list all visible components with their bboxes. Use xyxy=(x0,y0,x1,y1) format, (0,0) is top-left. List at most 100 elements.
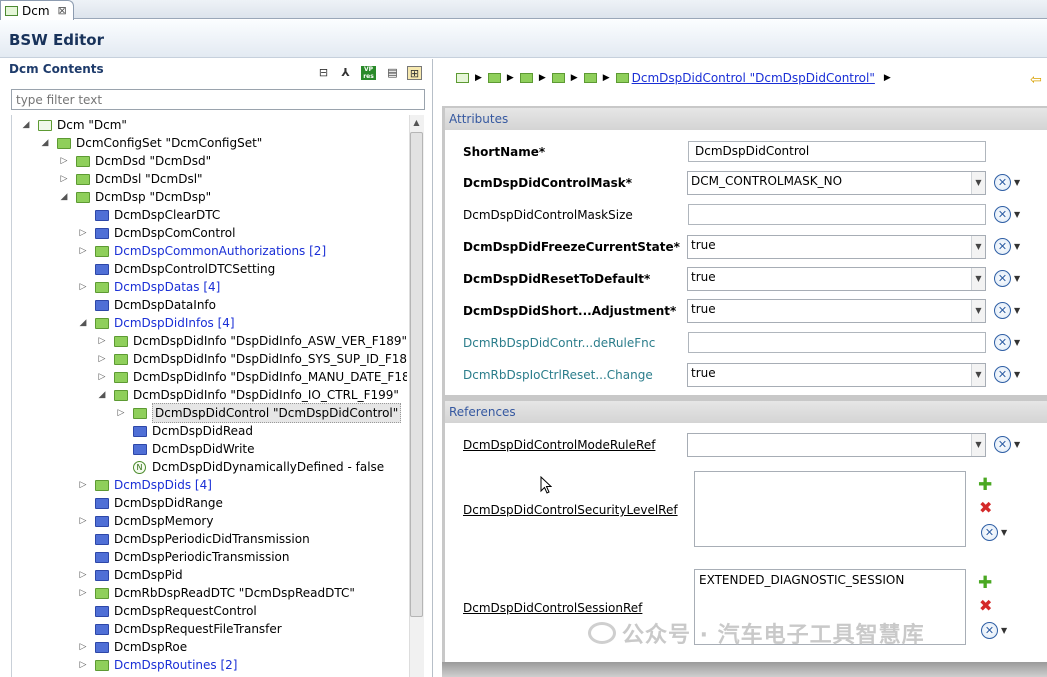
folder-icon[interactable] xyxy=(551,73,565,83)
document-icon[interactable]: ▤ xyxy=(385,66,400,80)
shortname-field[interactable]: DcmDspDidControl xyxy=(688,141,986,162)
security-listbox[interactable] xyxy=(694,471,966,547)
tree-item[interactable]: ▷ DcmDsd "DcmDsd" xyxy=(58,152,212,170)
mask-action-button[interactable]: ✕ ▼ xyxy=(994,174,1020,191)
tree-item[interactable]: DcmDspDidRange xyxy=(77,494,223,512)
tree-item[interactable]: ▷ DcmRbDspReadDTC "DcmDspReadDTC" xyxy=(77,584,355,602)
freeze-combo[interactable]: true ▼ xyxy=(687,235,986,259)
references-header[interactable]: References xyxy=(445,401,1047,423)
folder-icon[interactable] xyxy=(487,73,501,83)
tree-item[interactable]: ▷ DcmDspCommonAuthorizations [2] xyxy=(77,242,327,260)
mask-combo[interactable]: DCM_CONTROLMASK_NO ▼ xyxy=(687,171,986,195)
collapsed-twisty-icon[interactable]: ▷ xyxy=(77,278,89,296)
chevron-down-icon[interactable]: ▼ xyxy=(971,364,985,386)
session-label[interactable]: DcmDspDidControlSessionRef xyxy=(463,601,642,615)
folder-icon[interactable] xyxy=(519,73,533,83)
expanded-twisty-icon[interactable]: ◢ xyxy=(39,134,51,152)
tree-item[interactable]: ▷ DcmDspRoutines [2] xyxy=(77,656,238,674)
security-label[interactable]: DcmDspDidControlSecurityLevelRef xyxy=(463,503,678,517)
rbrule-field[interactable] xyxy=(688,332,986,353)
tree-item[interactable]: DcmDspRequestFileTransfer xyxy=(77,620,282,638)
masksize-field[interactable] xyxy=(688,204,986,225)
moderule-label[interactable]: DcmDspDidControlModeRuleRef xyxy=(463,438,655,452)
tree-item[interactable]: DcmDspClearDTC xyxy=(77,206,220,224)
tree-item[interactable]: ▷ DcmDspDidInfo "DspDidInfo_ASW_VER_F189" xyxy=(96,332,407,350)
collapsed-twisty-icon[interactable]: ▷ xyxy=(96,350,108,368)
tree-item[interactable]: ▷ DcmDspPid xyxy=(77,566,183,584)
expanded-twisty-icon[interactable]: ◢ xyxy=(96,386,108,404)
collapsed-twisty-icon[interactable]: ▷ xyxy=(58,170,70,188)
rbrule-action-button[interactable]: ✕ ▼ xyxy=(994,334,1020,351)
moderule-combo[interactable]: ▼ xyxy=(687,433,986,457)
tree-item[interactable]: ▷ DcmDspDidControl "DcmDspDidControl" xyxy=(115,403,402,423)
folder-icon[interactable] xyxy=(615,73,629,83)
shortadj-action-button[interactable]: ✕ ▼ xyxy=(994,302,1020,319)
tree-item[interactable]: ◢ DcmDsp "DcmDsp" xyxy=(58,188,212,206)
chevron-down-icon[interactable]: ▼ xyxy=(971,268,985,290)
tree-item[interactable]: DcmDspDidWrite xyxy=(115,440,255,458)
freeze-action-button[interactable]: ✕ ▼ xyxy=(994,238,1020,255)
scroll-up-arrow[interactable]: ▲ xyxy=(409,115,424,130)
tree-item[interactable]: ▷ DcmDspDidInfo "DspDidInfo_MANU_DATE_F18… xyxy=(96,368,407,386)
rbioctrl-action-button[interactable]: ✕ ▼ xyxy=(994,366,1020,383)
tree-item[interactable]: ◢ DcmDspDidInfo "DspDidInfo_IO_CTRL_F199" xyxy=(96,386,399,404)
filter-input[interactable] xyxy=(11,89,425,110)
rbioctrl-combo[interactable]: true ▼ xyxy=(687,363,986,387)
tree-item[interactable]: DcmDspControlDTCSetting xyxy=(77,260,275,278)
tree-item[interactable]: DcmDspRequestControl xyxy=(77,602,257,620)
masksize-action-button[interactable]: ✕ ▼ xyxy=(994,206,1020,223)
security-action-button[interactable]: ✕ ▼ xyxy=(981,524,1007,541)
chevron-down-icon[interactable]: ▼ xyxy=(971,300,985,322)
tree-item[interactable]: ◢ Dcm "Dcm" xyxy=(20,116,127,134)
collapsed-twisty-icon[interactable]: ▷ xyxy=(77,242,89,260)
scrollbar-thumb[interactable] xyxy=(410,132,423,617)
collapsed-twisty-icon[interactable]: ▷ xyxy=(77,224,89,242)
tree-item[interactable]: DcmDspDataInfo xyxy=(77,296,216,314)
chevron-down-icon[interactable]: ▼ xyxy=(971,172,985,194)
vp-res-icon[interactable]: VP res xyxy=(361,66,376,80)
tree-item[interactable]: ▷ DcmDspRoe xyxy=(77,638,188,656)
expanded-twisty-icon[interactable]: ◢ xyxy=(20,116,32,134)
tree-item[interactable]: ▷ DcmDspComControl xyxy=(77,224,236,242)
collapsed-twisty-icon[interactable]: ▷ xyxy=(58,152,70,170)
chevron-down-icon[interactable]: ▼ xyxy=(971,434,985,456)
reset-combo[interactable]: true ▼ xyxy=(687,267,986,291)
add-icon[interactable]: ✚ xyxy=(978,477,992,494)
expanded-twisty-icon[interactable]: ◢ xyxy=(58,188,70,206)
collapsed-twisty-icon[interactable]: ▷ xyxy=(115,404,127,422)
tree-item[interactable]: ▷ DcmDspDids [4] xyxy=(77,476,212,494)
shortadj-combo[interactable]: true ▼ xyxy=(687,299,986,323)
close-icon[interactable]: ⊠ xyxy=(58,4,67,17)
collapsed-twisty-icon[interactable]: ▷ xyxy=(77,512,89,530)
tree-item[interactable]: DcmDspDidRead xyxy=(115,422,253,440)
expanded-twisty-icon[interactable]: ◢ xyxy=(77,314,89,332)
list-item[interactable]: EXTENDED_DIAGNOSTIC_SESSION xyxy=(699,573,961,587)
session-action-button[interactable]: ✕ ▼ xyxy=(981,622,1007,639)
collapsed-twisty-icon[interactable]: ▷ xyxy=(77,656,89,674)
tree-item[interactable]: ▷ DcmDspDidInfo "DspDidInfo_SYS_SUP_ID_F1… xyxy=(96,350,407,368)
tree-item[interactable]: ▷ DcmDspDatas [4] xyxy=(77,278,221,296)
tree-item[interactable]: ▷ DcmDspMemory xyxy=(77,512,214,530)
tree-item[interactable]: ▷ DcmDsl "DcmDsl" xyxy=(58,170,203,188)
tree-item[interactable]: DcmDspPeriodicDidTransmission xyxy=(77,530,310,548)
attributes-header[interactable]: Attributes xyxy=(445,108,1047,130)
reset-action-button[interactable]: ✕ ▼ xyxy=(994,270,1020,287)
chevron-down-icon[interactable]: ▼ xyxy=(971,236,985,258)
moderule-action-button[interactable]: ✕ ▼ xyxy=(994,436,1020,453)
collapsed-twisty-icon[interactable]: ▷ xyxy=(77,566,89,584)
tree-item[interactable]: DcmDspPeriodicTransmission xyxy=(77,548,290,566)
breadcrumb-current-link[interactable]: DcmDspDidControl "DcmDspDidControl" xyxy=(632,71,875,85)
tree-item[interactable]: N DcmDspDidDynamicallyDefined - false xyxy=(115,458,384,476)
collapse-all-icon[interactable]: ⊟ xyxy=(316,66,331,80)
remove-icon[interactable]: ✖ xyxy=(979,500,992,516)
tree-item[interactable]: ◢ DcmConfigSet "DcmConfigSet" xyxy=(39,134,263,152)
collapsed-twisty-icon[interactable]: ▷ xyxy=(96,332,108,350)
folder-icon[interactable] xyxy=(456,73,469,83)
tab-dcm[interactable]: Dcm ⊠ xyxy=(0,0,74,20)
add-icon[interactable]: ✚ xyxy=(978,575,992,592)
folder-icon[interactable] xyxy=(583,73,597,83)
collapsed-twisty-icon[interactable]: ▷ xyxy=(77,476,89,494)
layout-icon[interactable]: ⊞ xyxy=(407,66,422,80)
collapsed-twisty-icon[interactable]: ▷ xyxy=(77,638,89,656)
hierarchy-icon[interactable]: ⅄ xyxy=(338,66,353,80)
